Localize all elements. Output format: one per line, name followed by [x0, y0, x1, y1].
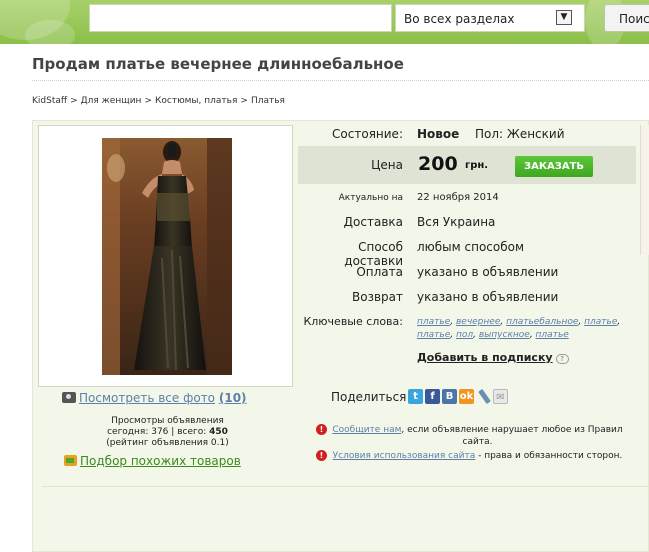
share-icons: t f Bok ✉	[408, 388, 510, 405]
similar-items-label: Подбор похожих товаров	[80, 454, 241, 468]
keyword-link[interactable]: платьебальное	[506, 317, 578, 327]
see-all-photos-label: Посмотреть все фото	[79, 391, 216, 405]
report-link[interactable]: Сообщите нам	[332, 425, 401, 435]
keywords-list: платье, вечернее, платьебальное, платье,…	[417, 317, 621, 340]
breadcrumb-item-women[interactable]: Для женщин	[81, 96, 142, 106]
delivery-label: Доставка	[343, 215, 403, 229]
breadcrumb-item-dresses[interactable]: Платья	[251, 96, 285, 106]
keyword-link[interactable]: пол	[456, 330, 473, 340]
payment-value: указано в объявлении	[417, 265, 559, 279]
subscribe-link[interactable]: Добавить в подписку?	[417, 351, 569, 364]
views-title: Просмотры объявления	[111, 416, 224, 426]
terms-text: - права и обязанности сторон.	[475, 451, 623, 461]
keywords-label: Ключевые слова:	[303, 315, 403, 328]
views-today-label: сегодня:	[107, 427, 149, 437]
keyword-link[interactable]: платье	[536, 330, 569, 340]
keyword-link[interactable]: платье	[417, 330, 450, 340]
breadcrumb-item-kidstaff[interactable]: KidStaff	[32, 96, 67, 106]
search-button[interactable]: Поиск	[604, 4, 649, 32]
section-select-value: Во всех разделах	[404, 12, 515, 26]
share-label: Поделиться	[331, 390, 407, 404]
subscribe-label: Добавить в подписку	[417, 351, 553, 364]
terms-link[interactable]: Условия использования сайта	[333, 451, 476, 461]
terms-notice: Условия использования сайта - права и об…	[330, 450, 625, 462]
delivery-method-value: любым способом	[417, 240, 525, 254]
facebook-icon[interactable]: f	[425, 389, 440, 404]
payment-label: Оплата	[356, 265, 403, 279]
catalog-icon	[64, 455, 77, 466]
report-notice: Сообщите нам, если объявление нарушает л…	[330, 424, 625, 448]
chevron-down-icon[interactable]: ▼	[556, 10, 572, 25]
keyword-link[interactable]: вечернее	[456, 317, 500, 327]
actual-label: Актуально на	[338, 193, 403, 203]
similar-items-link[interactable]: Подбор похожих товаров	[64, 454, 241, 468]
price-label: Цена	[371, 158, 403, 172]
section-select[interactable]: Во всех разделах ▼	[395, 4, 585, 32]
alert-icon: !	[316, 424, 327, 435]
header-bar: Во всех разделах ▼ Поиск	[0, 0, 649, 44]
views-rating: (рейтинг объявления 0.1)	[106, 438, 229, 448]
page-title: Продам платье вечернее длинноебальное	[32, 55, 404, 73]
divider	[42, 486, 649, 487]
keyword-link[interactable]: платье	[417, 317, 450, 327]
views-counts: сегодня: 376 | всего: 450	[107, 427, 228, 437]
divider	[32, 80, 649, 81]
photo-count: (10)	[218, 391, 247, 405]
delivery-value: Вся Украина	[417, 215, 496, 229]
view-stats: Просмотры объявления сегодня: 376 | всег…	[85, 416, 250, 449]
condition-value: Новое	[417, 127, 460, 141]
keyword-link[interactable]: выпускное	[479, 330, 530, 340]
twitter-icon[interactable]: t	[408, 389, 423, 404]
keyword-link[interactable]: платье	[584, 317, 617, 327]
help-bubble-icon[interactable]: ?	[555, 354, 569, 364]
condition-label: Состояние:	[332, 127, 403, 141]
actual-value: 22 ноября 2014	[417, 192, 499, 203]
camera-icon	[62, 392, 76, 403]
return-label: Возврат	[352, 290, 403, 304]
views-today: 376	[151, 427, 169, 437]
search-input[interactable]	[89, 4, 392, 32]
views-total-label: всего:	[177, 427, 207, 437]
price-value: 200	[418, 153, 458, 175]
product-photo[interactable]	[102, 138, 232, 375]
see-all-photos-link[interactable]: Посмотреть все фото (10)	[62, 391, 247, 405]
order-button[interactable]: ЗАКАЗАТЬ	[515, 156, 593, 177]
gender-value: Пол: Женский	[475, 127, 565, 141]
dress-photo-image	[102, 138, 232, 375]
breadcrumb-item-suits-dresses[interactable]: Костюмы, платья	[155, 96, 237, 106]
email-icon[interactable]: ✉	[493, 389, 508, 404]
views-total: 450	[209, 427, 228, 437]
price-currency: грн.	[465, 160, 489, 171]
alert-icon: !	[316, 450, 327, 461]
side-box	[640, 125, 649, 255]
delivery-method-label: Способ доставки	[344, 240, 403, 268]
livejournal-icon[interactable]	[478, 388, 491, 405]
odnoklassniki-icon[interactable]: ok	[459, 389, 474, 404]
report-text: , если объявление нарушает любое из Прав…	[401, 425, 623, 447]
breadcrumb: KidStaff > Для женщин > Костюмы, платья > Плат…	[32, 96, 285, 106]
vkontakte-icon[interactable]: B	[442, 389, 457, 404]
return-value: указано в объявлении	[417, 290, 559, 304]
